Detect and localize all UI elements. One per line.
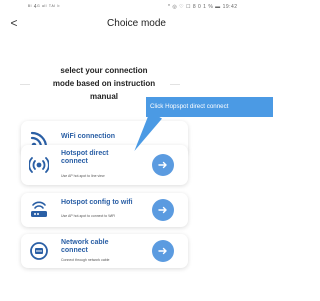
option-description: Use AP hot-spot to line view <box>61 174 105 178</box>
status-left-indicators: ᴮᴵ 4ᴳ ᵃˡᴵ ᵀᴬᴵ ᵇ <box>28 4 60 10</box>
router-icon <box>29 200 49 220</box>
status-bar: ᴮᴵ 4ᴳ ᵃˡᴵ ᵀᴬᴵ ᵇ * ◎ ♡ ☐ 8 0 1 % ▬ 19:42 <box>0 0 273 14</box>
go-button[interactable] <box>152 240 174 262</box>
option-title-line-1: Hotspot direct <box>61 150 109 157</box>
option-description: Connect through network cable <box>61 258 110 262</box>
option-title: Hotspot direct connect <box>61 150 108 166</box>
option-title-line-2: connect <box>61 158 88 165</box>
option-title-line-1: Network cable <box>61 239 109 246</box>
option-network-cable[interactable]: Network cable connect Connect through ne… <box>21 234 188 268</box>
arrow-right-icon <box>158 161 167 169</box>
heading-line-2: mode based on instruction <box>52 79 156 88</box>
option-description: Use AP hot-spot to connect to WiFi <box>61 214 116 218</box>
page-title: Choice mode <box>107 18 166 29</box>
status-right-indicators: * ◎ ♡ ☐ 8 0 1 % ▬ 19:42 <box>168 4 238 10</box>
option-title: Network cable connect <box>61 239 108 255</box>
go-button[interactable] <box>152 199 174 221</box>
option-title-line-2: connect <box>61 247 88 254</box>
option-title: Hotspot config to wifi <box>61 199 133 206</box>
network-cable-icon <box>29 241 49 261</box>
option-hotspot-config[interactable]: Hotspot config to wifi Use AP hot-spot t… <box>21 193 188 227</box>
divider-left <box>20 84 30 85</box>
option-hotspot-direct[interactable]: Hotspot direct connect Use AP hot-spot t… <box>21 145 188 185</box>
hotspot-icon <box>28 155 50 175</box>
option-title: WiFi connection <box>61 133 115 140</box>
nav-bar: < Choice mode <box>0 14 273 34</box>
heading-line-1: select your connection <box>60 66 148 75</box>
arrow-right-icon <box>158 247 167 255</box>
instruction-tooltip: Click Hopspot direct connect <box>146 97 273 117</box>
arrow-right-icon <box>158 206 167 214</box>
go-button[interactable] <box>152 154 174 176</box>
